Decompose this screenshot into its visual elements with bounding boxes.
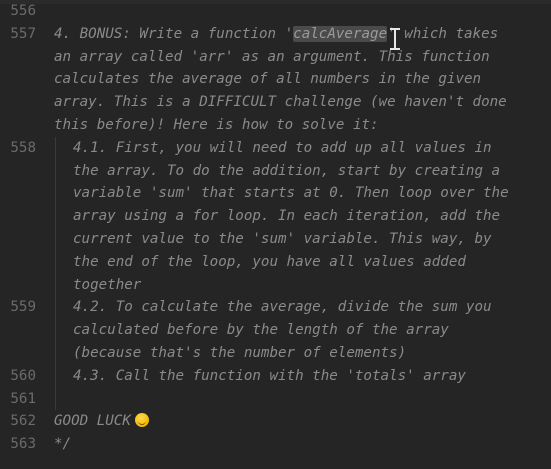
code-line[interactable]: 559 4.2. To calculate the average, divide… bbox=[0, 296, 551, 320]
line-number bbox=[0, 228, 36, 251]
code-line[interactable]: array. This is a DIFFICULT challenge (we… bbox=[0, 91, 551, 114]
selected-word[interactable]: calcAverage bbox=[293, 25, 388, 42]
line-number: 560 bbox=[10, 367, 36, 384]
code-text-segment: */ bbox=[54, 436, 72, 453]
code-text-segment: ' which takes bbox=[387, 25, 499, 42]
code-text[interactable]: array. This is a DIFFICULT challenge (we… bbox=[36, 91, 551, 114]
code-text[interactable]: */ bbox=[36, 433, 551, 456]
line-number bbox=[0, 319, 36, 342]
code-text-segment: together bbox=[73, 276, 142, 293]
code-text[interactable]: 4.1. First, you will need to add up all … bbox=[36, 137, 551, 160]
editor-lines[interactable]: 556 557 4. BONUS: Write a function 'calcAv… bbox=[0, 0, 551, 456]
code-line[interactable]: calculates the average of all numbers in… bbox=[0, 68, 551, 91]
line-number: 561 bbox=[10, 390, 36, 407]
line-number bbox=[0, 68, 36, 91]
code-text-segment: variable 'sum' that starts at 0. Then lo… bbox=[73, 185, 509, 202]
code-text-segment: (because that's the number of elements) bbox=[73, 344, 407, 361]
code-text[interactable]: variable 'sum' that starts at 0. Then lo… bbox=[36, 182, 551, 205]
code-text[interactable]: 4. BONUS: Write a function 'calcAverage'… bbox=[36, 23, 551, 46]
code-text-segment: an array called 'arr' as an argument. Th… bbox=[54, 48, 490, 65]
code-text[interactable]: an array called 'arr' as an argument. Th… bbox=[36, 46, 551, 69]
code-line[interactable]: the array. To do the addition, start by … bbox=[0, 159, 551, 183]
code-text-segment: calculated before by the length of the a… bbox=[73, 322, 449, 339]
code-text[interactable]: calculated before by the length of the a… bbox=[36, 319, 551, 342]
code-line[interactable]: 557 4. BONUS: Write a function 'calcAvera… bbox=[0, 23, 551, 46]
code-line[interactable]: 560 4.3. Call the function with the 'tota… bbox=[0, 364, 551, 388]
code-text-segment: calculates the average of all numbers in… bbox=[54, 71, 482, 88]
code-line[interactable]: 558 4.1. First, you will need to add up a… bbox=[0, 136, 551, 160]
code-line[interactable]: array using a for loop. In each iteratio… bbox=[0, 205, 551, 228]
code-text-segment: GOOD LUCK bbox=[54, 413, 131, 430]
code-line[interactable]: 556 bbox=[0, 0, 551, 23]
line-number: 558 bbox=[10, 139, 36, 156]
code-line[interactable]: 561 bbox=[0, 387, 551, 411]
line-number bbox=[0, 251, 36, 274]
code-text-segment: array. This is a DIFFICULT challenge (we… bbox=[54, 94, 507, 111]
code-text[interactable]: (because that's the number of elements) bbox=[36, 342, 551, 365]
line-number bbox=[0, 205, 36, 228]
code-text[interactable] bbox=[36, 388, 551, 411]
code-text[interactable]: this before)! Here is how to solve it: bbox=[36, 114, 551, 137]
line-number: 559 bbox=[10, 299, 36, 316]
smiling-face-emoji-icon bbox=[134, 413, 149, 428]
code-text[interactable]: together bbox=[36, 274, 551, 297]
code-text-segment: 4.2. To calculate the average, divide th… bbox=[73, 299, 492, 316]
code-text[interactable]: 4.2. To calculate the average, divide th… bbox=[36, 296, 551, 319]
line-number bbox=[0, 114, 36, 137]
code-line[interactable]: the end of the loop, you have all values… bbox=[0, 250, 551, 274]
code-text[interactable] bbox=[36, 0, 551, 23]
code-line[interactable]: variable 'sum' that starts at 0. Then lo… bbox=[0, 182, 551, 206]
code-line[interactable]: an array called 'arr' as an argument. Th… bbox=[0, 46, 551, 69]
line-number bbox=[0, 91, 36, 114]
code-text-segment: this before)! Here is how to solve it: bbox=[54, 116, 379, 133]
code-text-segment: 4. BONUS: Write a function ' bbox=[54, 25, 294, 42]
code-text-segment: array using a for loop. In each iteratio… bbox=[73, 208, 501, 225]
code-text[interactable]: GOOD LUCK bbox=[36, 410, 551, 433]
code-line[interactable]: current value to the 'sum' variable. Thi… bbox=[0, 227, 551, 251]
text-cursor-icon bbox=[390, 28, 400, 50]
code-text-segment: current value to the 'sum' variable. Thi… bbox=[73, 230, 492, 247]
line-number bbox=[0, 274, 36, 297]
line-number: 562 bbox=[10, 413, 36, 430]
code-text-segment: 4.1. First, you will need to add up all … bbox=[73, 139, 492, 156]
line-number: 556 bbox=[10, 3, 36, 19]
code-editor[interactable]: 556 557 4. BONUS: Write a function 'calcAv… bbox=[0, 0, 551, 469]
code-text[interactable]: the end of the loop, you have all values… bbox=[36, 251, 551, 274]
code-text-segment: the end of the loop, you have all values… bbox=[73, 253, 466, 270]
line-number: 557 bbox=[10, 25, 36, 42]
line-number bbox=[0, 46, 36, 69]
code-line[interactable]: together bbox=[0, 273, 551, 297]
line-number bbox=[0, 342, 36, 365]
code-line[interactable]: this before)! Here is how to solve it: bbox=[0, 114, 551, 137]
line-number: 563 bbox=[10, 436, 36, 453]
code-text[interactable]: current value to the 'sum' variable. Thi… bbox=[36, 228, 551, 251]
code-line[interactable]: 563 */ bbox=[0, 433, 551, 456]
code-text[interactable]: array using a for loop. In each iteratio… bbox=[36, 205, 551, 228]
line-number bbox=[0, 182, 36, 205]
code-text[interactable]: the array. To do the addition, start by … bbox=[36, 160, 551, 183]
code-line[interactable]: 562 GOOD LUCK bbox=[0, 410, 551, 433]
code-text-segment: 4.3. Call the function with the 'totals'… bbox=[73, 367, 466, 384]
code-text[interactable]: 4.3. Call the function with the 'totals'… bbox=[36, 365, 551, 388]
code-text[interactable]: calculates the average of all numbers in… bbox=[36, 68, 551, 91]
code-text-segment: the array. To do the addition, start by … bbox=[73, 162, 501, 179]
code-line[interactable]: calculated before by the length of the a… bbox=[0, 319, 551, 342]
code-line[interactable]: (because that's the number of elements) bbox=[0, 341, 551, 365]
line-number bbox=[0, 160, 36, 183]
